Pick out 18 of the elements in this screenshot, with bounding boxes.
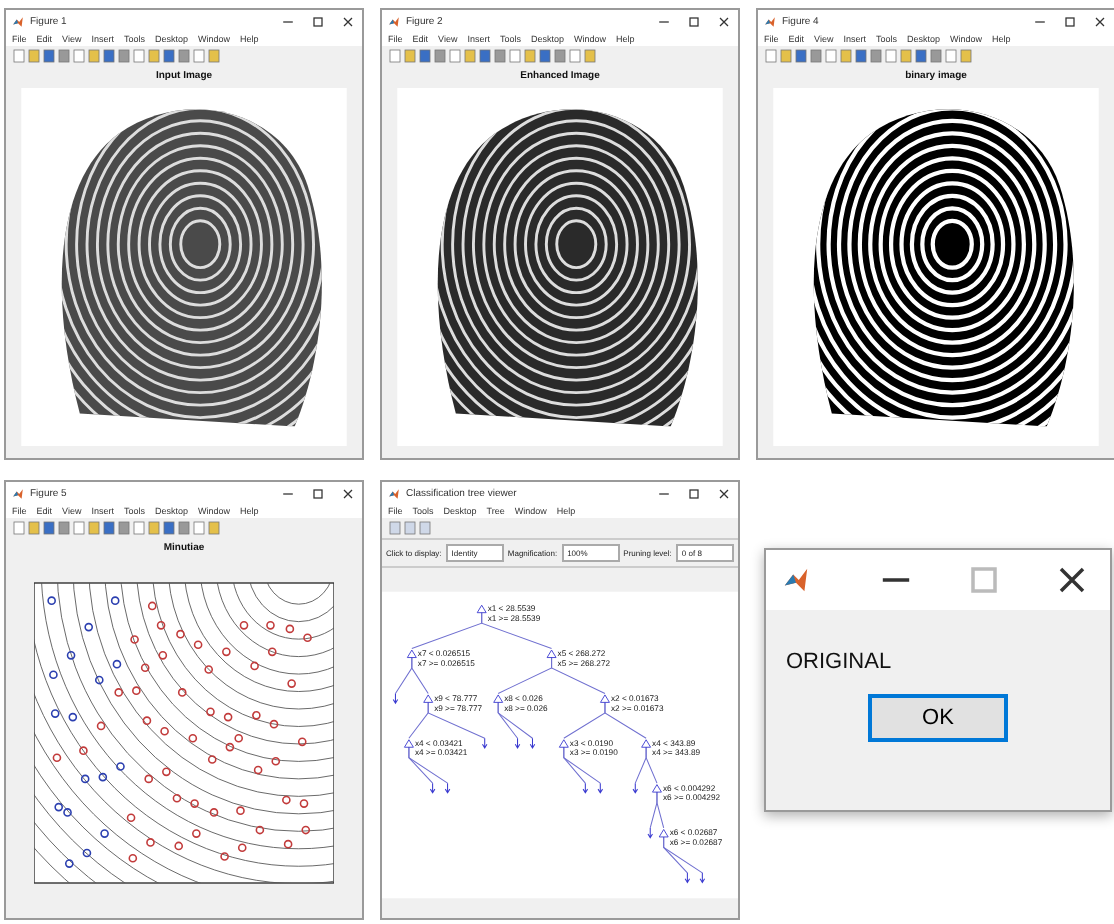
maximize-icon[interactable] (1062, 13, 1078, 29)
close-icon[interactable] (340, 485, 356, 501)
close-icon[interactable] (1092, 13, 1108, 29)
close-icon[interactable] (716, 485, 732, 501)
matlab-logo-icon (388, 487, 400, 499)
close-icon[interactable] (716, 13, 732, 29)
matlab-logo-icon (12, 15, 24, 27)
close-icon[interactable] (340, 13, 356, 29)
maximize-icon[interactable] (310, 485, 326, 501)
maximize-icon[interactable] (310, 13, 326, 29)
maximize-icon[interactable] (686, 13, 702, 29)
message-text: ORIGINAL (786, 650, 894, 674)
matlab-logo-icon (764, 15, 776, 27)
matlab-logo-icon (388, 15, 400, 27)
matlab-logo-icon (782, 566, 810, 594)
maximize-icon[interactable] (686, 485, 702, 501)
matlab-logo-icon (12, 487, 24, 499)
ok-button[interactable]: OK (868, 694, 1008, 742)
